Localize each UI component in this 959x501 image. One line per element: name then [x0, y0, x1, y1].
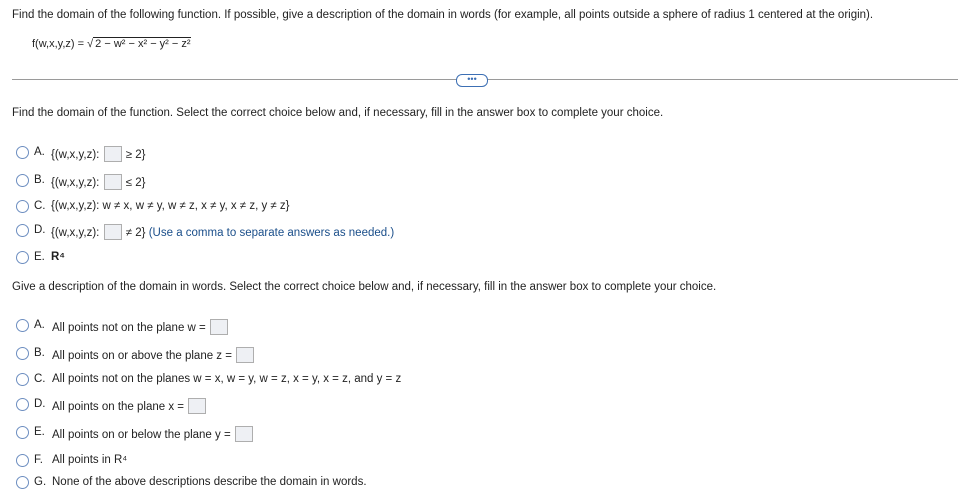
radio-button[interactable] — [16, 146, 29, 159]
option-suffix: ≠ 2} — [125, 227, 146, 239]
radio-button[interactable] — [16, 476, 29, 489]
radio-button[interactable] — [16, 398, 29, 411]
option-prefix: {(w,x,y,z): — [51, 227, 100, 239]
option-prefix: {(w,x,y,z): — [51, 149, 100, 161]
option-letter: G. — [34, 476, 47, 488]
answer-box-b[interactable] — [103, 174, 122, 190]
more-options-button[interactable]: ••• — [456, 74, 488, 87]
option-letter: E. — [34, 426, 45, 438]
option-letter: C. — [34, 200, 46, 212]
option-letter: C. — [34, 373, 46, 385]
option-text: All points in R⁴ — [52, 454, 128, 466]
option-text: All points on the plane x = — [52, 398, 207, 414]
radio-button[interactable] — [16, 174, 29, 187]
option-letter: E. — [34, 251, 45, 263]
answer-box-plane-y[interactable] — [234, 426, 253, 442]
answer-box-a[interactable] — [103, 146, 122, 162]
option-text: None of the above descriptions describe … — [52, 476, 367, 488]
function-expression: f(w,x,y,z) = √ 2 − w² − x² − y² − z² — [32, 37, 191, 50]
part1-instruction: Find the domain of the function. Select … — [12, 107, 664, 119]
radio-button[interactable] — [16, 319, 29, 332]
option-text: R⁴ — [51, 251, 65, 263]
option-letter: B. — [34, 347, 45, 359]
option-letter: D. — [34, 398, 46, 410]
option-prefix: {(w,x,y,z): — [51, 177, 100, 189]
question-prompt: Find the domain of the following functio… — [12, 9, 874, 21]
answer-box-plane-z[interactable] — [236, 347, 255, 363]
option-text: All points on or below the plane y = — [52, 426, 254, 442]
answer-box-plane-x[interactable] — [188, 398, 207, 414]
option-text: All points not on the planes w = x, w = … — [52, 373, 402, 385]
option-text: {(w,x,y,z): ≠ 2} (Use a comma to separat… — [51, 224, 394, 240]
option-suffix: ≥ 2} — [125, 149, 146, 161]
radio-button[interactable] — [16, 426, 29, 439]
option-label: All points on or above the plane z = — [52, 350, 232, 362]
function-lhs: f(w,x,y,z) = — [32, 38, 85, 50]
radio-button[interactable] — [16, 454, 29, 467]
option-hint: (Use a comma to separate answers as need… — [148, 227, 395, 239]
radio-button[interactable] — [16, 347, 29, 360]
option-suffix: ≤ 2} — [125, 177, 146, 189]
option-letter: A. — [34, 319, 45, 331]
radio-button[interactable] — [16, 373, 29, 386]
option-letter: D. — [34, 224, 46, 236]
option-letter: F. — [34, 454, 43, 466]
option-label: All points on or below the plane y = — [52, 429, 231, 441]
option-label: All points on the plane x = — [52, 401, 185, 413]
option-label: All points not on the plane w = — [52, 322, 206, 334]
function-radicand: 2 − w² − x² − y² − z² — [93, 37, 191, 50]
radio-button[interactable] — [16, 200, 29, 213]
option-text: {(w,x,y,z): ≤ 2} — [51, 174, 146, 190]
option-letter: A. — [34, 146, 45, 158]
answer-box-plane-w[interactable] — [209, 319, 228, 335]
option-text: All points on or above the plane z = — [52, 347, 255, 363]
option-text: All points not on the plane w = — [52, 319, 229, 335]
option-text: {(w,x,y,z): w ≠ x, w ≠ y, w ≠ z, x ≠ y, … — [51, 200, 290, 212]
option-letter: B. — [34, 174, 45, 186]
part2-instruction: Give a description of the domain in word… — [12, 281, 717, 293]
answer-box-d[interactable] — [103, 224, 122, 240]
option-text: {(w,x,y,z): ≥ 2} — [51, 146, 146, 162]
radio-button[interactable] — [16, 251, 29, 264]
sqrt-sign: √ 2 − w² − x² − y² − z² — [87, 37, 191, 50]
radio-button[interactable] — [16, 224, 29, 237]
